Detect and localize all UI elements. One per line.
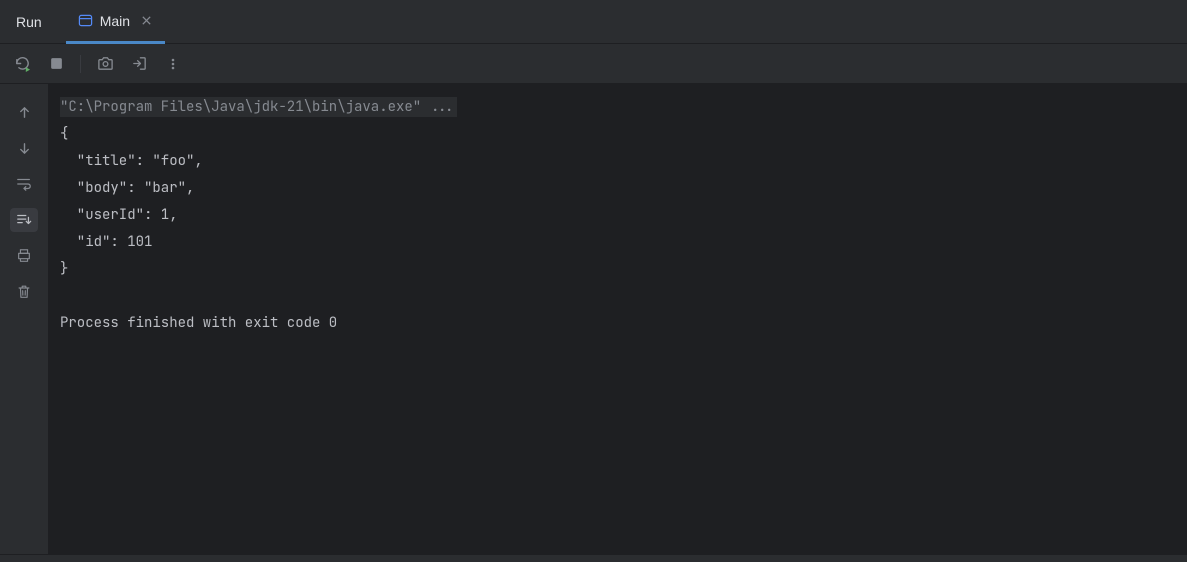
console-gutter [0, 84, 48, 554]
command-line: "C:\Program Files\Java\jdk-21\bin\java.e… [60, 97, 457, 117]
delete-icon[interactable] [10, 280, 38, 304]
status-bar [0, 554, 1187, 562]
print-icon[interactable] [10, 244, 38, 268]
down-stack-icon[interactable] [10, 136, 38, 160]
up-stack-icon[interactable] [10, 100, 38, 124]
rerun-button[interactable] [12, 54, 32, 74]
tab-run-label: Run [16, 14, 42, 30]
application-icon [78, 13, 93, 28]
screenshot-button[interactable] [95, 54, 115, 74]
tab-main-label: Main [100, 13, 130, 29]
more-options-icon[interactable] [163, 54, 183, 74]
console-output[interactable]: "C:\Program Files\Java\jdk-21\bin\java.e… [48, 84, 1187, 554]
toolbar-separator [80, 55, 81, 73]
close-tab-icon[interactable] [139, 14, 153, 28]
run-toolbar [0, 44, 1187, 84]
panel-tabs: Run Main [0, 0, 1187, 44]
scroll-to-end-icon[interactable] [10, 208, 38, 232]
program-output: { "title": "foo", "body": "bar", "userId… [60, 125, 337, 332]
tab-main[interactable]: Main [66, 1, 165, 44]
run-main-area: "C:\Program Files\Java\jdk-21\bin\java.e… [0, 84, 1187, 554]
exit-button[interactable] [129, 54, 149, 74]
tab-run[interactable]: Run [0, 0, 58, 43]
soft-wrap-icon[interactable] [10, 172, 38, 196]
stop-button[interactable] [46, 54, 66, 74]
